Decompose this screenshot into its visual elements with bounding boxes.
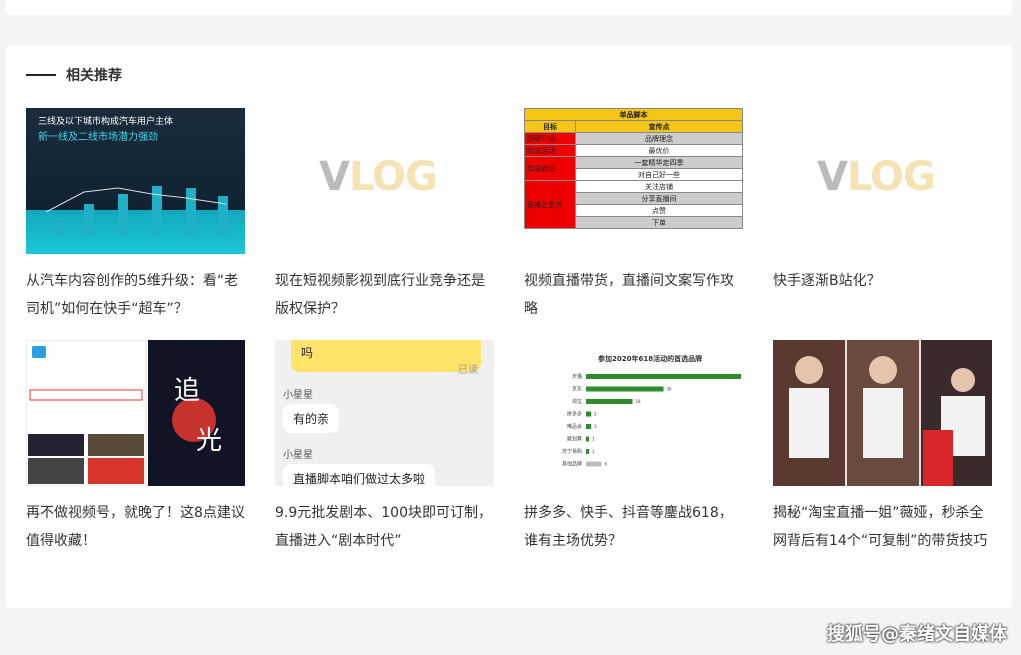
article-card[interactable]: 参加2020年618活动的首选品牌 天猫60京东30淘宝18拼多多2唯品会2聚划… (524, 340, 743, 555)
section-title: 相关推荐 (66, 68, 122, 84)
chart-category-label: 聚划算 (567, 436, 582, 443)
chart-bar (586, 386, 664, 392)
article-card[interactable]: VLOG 现在短视频影视到底行业竞争还是版权保护？ (275, 108, 494, 323)
article-card[interactable]: 单品脚本 目标 宣传点 品牌介绍 品牌理念 引流活动 最优价 引导转化 一套精华走四季 … (524, 108, 743, 323)
chart-category-label: 淘宝 (572, 398, 582, 405)
chart-value-label: 2 (594, 412, 597, 417)
article-thumbnail[interactable]: 参加2020年618活动的首选品牌 天猫60京东30淘宝18拼多多2唯品会2聚划… (524, 340, 743, 486)
article-title[interactable]: 现在短视频影视到底行业竞争还是版权保护？ (275, 267, 494, 323)
chart-value-label: 1 (592, 437, 595, 442)
script-table: 单品脚本 目标 宣传点 品牌介绍 品牌理念 引流活动 最优价 引导转化 一套精华走四季 … (524, 108, 743, 229)
chart-category-label: 其他品牌 (562, 461, 582, 468)
section-bar (26, 74, 56, 76)
previous-card (6, 0, 1012, 15)
article-title[interactable]: 9.9元批发剧本、100块即可订制，直播进入“剧本时代” (275, 499, 494, 555)
chart-category-label: 天猫 (572, 373, 582, 380)
article-thumbnail[interactable]: 三线及以下城市构成汽车用户主体 新一线及二线市场潜力强劲 (26, 108, 245, 254)
article-thumbnail[interactable]: 追 光 (26, 340, 245, 486)
chart-bar (586, 374, 741, 379)
chart-graphic (45, 186, 228, 236)
article-title[interactable]: 揭秘“淘宝直播一姐”薇娅，秒杀全网背后有14个“可复制”的带货技巧 (773, 499, 992, 555)
article-thumbnail[interactable]: 吗 已读 小星星 有的亲 小星星 直播脚本咱们做过太多啦 (275, 340, 494, 486)
article-card[interactable]: 追 光 再不做视频号，就晚了！这8点建议值得收藏！ (26, 340, 245, 555)
chat-bubble: 有的亲 (283, 404, 340, 433)
related-recommendations-panel: 相关推荐 三线及以下城市构成汽车用户主体 新一线及二线市场潜力强劲 从汽车内容创… (6, 45, 1012, 608)
article-card[interactable]: 揭秘“淘宝直播一姐”薇娅，秒杀全网背后有14个“可复制”的带货技巧 (773, 340, 992, 555)
section-header: 相关推荐 (26, 65, 122, 85)
chart-value-label: 1 (592, 449, 595, 454)
vlog-logo: VLOG (817, 154, 936, 200)
article-thumbnail[interactable]: 单品脚本 目标 宣传点 品牌介绍 品牌理念 引流活动 最优价 引导转化 一套精华走四季 … (524, 108, 743, 254)
chart-value-label: 30 (667, 387, 673, 392)
article-card[interactable]: 三线及以下城市构成汽车用户主体 新一线及二线市场潜力强劲 从汽车内容创作的5维升… (26, 108, 245, 323)
read-status: 已读 (458, 365, 478, 376)
app-collage (26, 340, 245, 486)
chart-value-label: 18 (636, 399, 642, 404)
bar-chart: 天猫60京东30淘宝18拼多多2唯品会2聚划算1苏宁易购1其他品牌6 (562, 373, 741, 468)
article-title[interactable]: 再不做视频号，就晚了！这8点建议值得收藏！ (26, 499, 245, 555)
chart-value-label: 6 (605, 462, 608, 467)
chat-name: 小星星 (283, 390, 313, 401)
photo-collage (773, 340, 992, 486)
thumb-text: 追 (174, 376, 201, 406)
thumb-text: 光 (196, 426, 223, 456)
chart-bar (586, 436, 589, 442)
chart-category-label: 唯品会 (567, 423, 582, 430)
chat-bubble: 吗 (291, 340, 481, 372)
article-title[interactable]: 视频直播带货，直播间文案写作攻略 (524, 267, 743, 323)
article-title[interactable]: 快手逐渐B站化？ (773, 267, 992, 295)
article-thumbnail[interactable] (773, 340, 992, 486)
article-card[interactable]: VLOG 快手逐渐B站化？ (773, 108, 992, 295)
chat-bubble: 直播脚本咱们做过太多啦 (283, 464, 436, 486)
chart-category-label: 拼多多 (567, 411, 582, 418)
article-card[interactable]: 吗 已读 小星星 有的亲 小星星 直播脚本咱们做过太多啦 9.9元批发剧本、10… (275, 340, 494, 555)
chart-category-label: 京东 (572, 386, 582, 393)
chart-bar (586, 411, 592, 417)
article-title[interactable]: 从汽车内容创作的5维升级：看“老司机”如何在快手“超车”？ (26, 267, 245, 323)
article-title[interactable]: 拼多多、快手、抖音等鏖战618，谁有主场优势？ (524, 499, 743, 555)
watermark: 搜狐号@秦绪文自媒体 (827, 624, 1007, 645)
chat-name: 小星星 (283, 450, 313, 461)
article-thumbnail[interactable]: VLOG (275, 108, 494, 254)
chart-category-label: 苏宁易购 (562, 448, 582, 455)
vlog-logo: VLOG (319, 154, 438, 200)
chart-value-label: 2 (594, 424, 597, 429)
chart-bar (586, 449, 589, 454)
chart-bar (586, 424, 592, 429)
chart-bar (586, 399, 633, 404)
chart-bar (586, 461, 602, 467)
article-thumbnail[interactable]: VLOG (773, 108, 992, 254)
